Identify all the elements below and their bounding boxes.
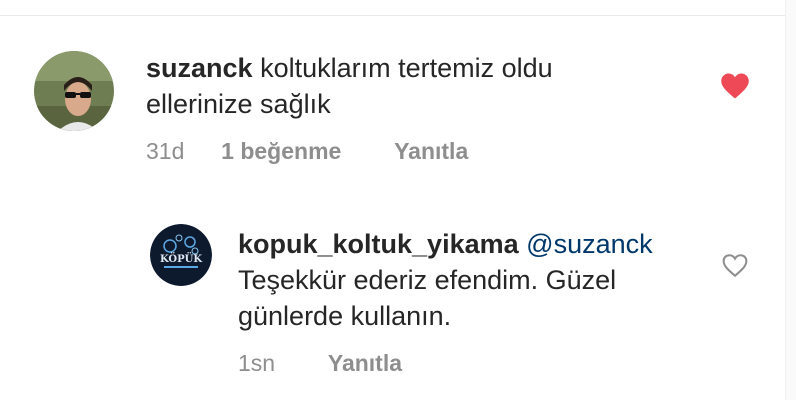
reply-username[interactable]: kopuk_koltuk_yikama [238,229,519,259]
logo-text: KÖPÜK [160,252,202,265]
reply-text: Teşekkür ederiz efendim. Güzel günlerde … [238,265,617,331]
comment: suzanck koltuklarım tertemiz oldu elleri… [0,0,796,400]
reply-meta: 1sn Yanıtla [238,350,402,377]
avatar[interactable] [34,51,114,131]
reply-reply-button[interactable]: Yanıtla [328,350,402,377]
comment-time: 31d [146,138,185,164]
reply-body: kopuk_koltuk_yikama @suzanck Teşekkür ed… [238,226,708,334]
heart-outline-icon[interactable] [721,253,749,278]
avatar-photo [34,51,114,131]
comment-likes-count[interactable]: 1 beğenme [221,138,341,165]
reply-time: 1sn [238,350,276,376]
comment-body: suzanck koltuklarım tertemiz oldu elleri… [146,50,666,122]
comment-username[interactable]: suzanck [146,53,253,83]
reply-mention[interactable]: @suzanck [526,229,652,259]
brand-logo-avatar: KÖPÜK [150,224,212,286]
reply-avatar[interactable]: KÖPÜK [150,224,212,286]
comment-reply-button[interactable]: Yanıtla [394,138,468,165]
heart-filled-icon[interactable] [720,72,750,100]
comment-meta: 31d 1 beğenme Yanıtla [146,138,468,165]
